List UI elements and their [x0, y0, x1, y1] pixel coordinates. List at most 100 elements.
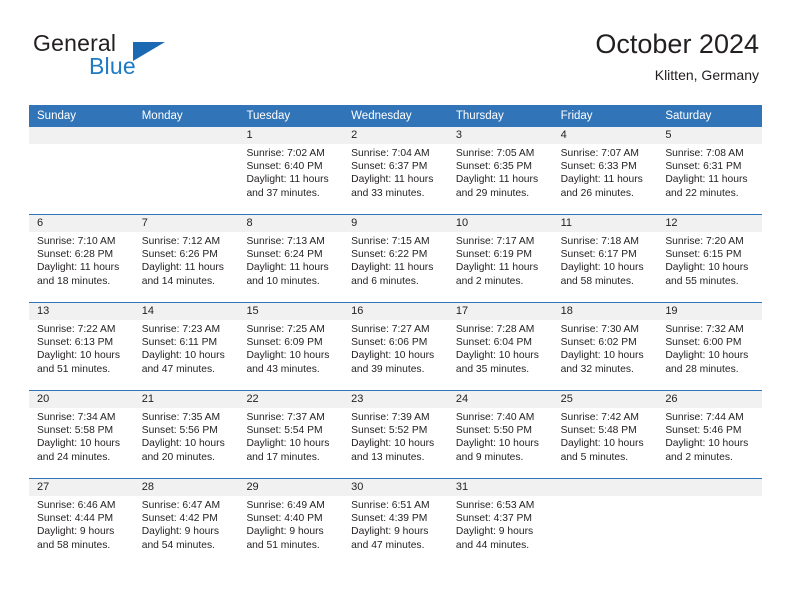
day-cell[interactable]: 22 Sunrise: 7:37 AM Sunset: 5:54 PM Dayligh… [238, 391, 344, 478]
day-cell[interactable]: 3 Sunrise: 7:05 AM Sunset: 6:35 PM Daylight… [447, 127, 553, 214]
day-details: Sunrise: 7:30 AM Sunset: 6:02 PM Daylight:… [553, 320, 658, 376]
day-detail-line: and 44 minutes. [455, 539, 530, 551]
day-details: Sunrise: 7:05 AM Sunset: 6:35 PM Daylight:… [448, 144, 553, 200]
day-cell[interactable]: 23 Sunrise: 7:39 AM Sunset: 5:52 PM Dayligh… [343, 391, 448, 478]
day-detail-line: Sunrise: 7:25 AM [246, 324, 325, 335]
day-number: 4 [552, 127, 658, 144]
day-cell[interactable]: 1 Sunrise: 7:02 AM Sunset: 6:40 PM Daylight… [238, 127, 344, 214]
day-detail-line: Sunset: 6:40 PM [246, 161, 323, 173]
day-cell-empty [29, 127, 134, 214]
day-detail-line: Daylight: 11 hours [665, 174, 748, 186]
day-detail-line: Daylight: 10 hours [665, 262, 749, 274]
day-detail-line: Sunset: 5:48 PM [560, 425, 637, 437]
day-cell[interactable]: 10 Sunrise: 7:17 AM Sunset: 6:19 PM Dayligh… [447, 215, 553, 302]
day-detail-line: Sunrise: 7:13 AM [246, 236, 325, 247]
day-detail-line: Daylight: 11 hours [455, 262, 539, 274]
day-details: Sunrise: 7:15 AM Sunset: 6:22 PM Daylight:… [343, 232, 448, 288]
day-detail-line: Sunset: 6:19 PM [455, 249, 533, 261]
day-cell[interactable]: 28 Sunrise: 6:47 AM Sunset: 4:42 PM Dayligh… [133, 479, 239, 566]
day-cell[interactable]: 30 Sunrise: 6:51 AM Sunset: 4:39 PM Dayligh… [343, 479, 448, 566]
day-detail-line: and 26 minutes. [560, 187, 634, 199]
day-detail-line: Sunset: 5:50 PM [455, 425, 533, 437]
day-detail-line: Sunset: 6:31 PM [665, 161, 742, 173]
day-cell[interactable]: 9 Sunrise: 7:15 AM Sunset: 6:22 PM Daylight… [343, 215, 448, 302]
day-detail-line: and 58 minutes. [560, 275, 634, 287]
day-number: 23 [343, 391, 448, 408]
day-cell[interactable]: 16 Sunrise: 7:27 AM Sunset: 6:06 PM Dayligh… [343, 303, 448, 390]
day-detail-line: Daylight: 9 hours [141, 526, 219, 538]
day-detail-line: and 43 minutes. [246, 363, 320, 375]
day-details: Sunrise: 7:42 AM Sunset: 5:48 PM Daylight:… [553, 408, 658, 464]
day-cell-empty [657, 479, 763, 566]
day-number [552, 479, 658, 496]
day-number: 26 [657, 391, 763, 408]
day-number: 20 [29, 391, 134, 408]
day-cell[interactable]: 4 Sunrise: 7:07 AM Sunset: 6:33 PM Daylight… [552, 127, 658, 214]
logo-text-blue: Blue [89, 53, 136, 79]
calendar-grid: Sunday Monday Tuesday Wednesday Thursday Frid… [29, 105, 763, 566]
day-cell[interactable]: 27 Sunrise: 6:46 AM Sunset: 4:44 PM Dayligh… [29, 479, 134, 566]
day-detail-line: Sunrise: 6:46 AM [37, 500, 116, 511]
day-details: Sunrise: 7:13 AM Sunset: 6:24 PM Daylight:… [238, 232, 343, 288]
day-details: Sunrise: 7:44 AM Sunset: 5:46 PM Daylight:… [657, 408, 762, 464]
day-cell[interactable]: 24 Sunrise: 7:40 AM Sunset: 5:50 PM Dayligh… [447, 391, 553, 478]
day-detail-line: Sunrise: 7:28 AM [455, 324, 535, 335]
day-cell[interactable]: 17 Sunrise: 7:28 AM Sunset: 6:04 PM Dayligh… [447, 303, 553, 390]
day-number: 7 [133, 215, 239, 232]
day-cell[interactable]: 18 Sunrise: 7:30 AM Sunset: 6:02 PM Dayligh… [552, 303, 658, 390]
calendar-weeks: 1 Sunrise: 7:02 AM Sunset: 6:40 PM Daylight… [29, 127, 763, 566]
day-cell[interactable]: 13 Sunrise: 7:22 AM Sunset: 6:13 PM Dayligh… [29, 303, 134, 390]
day-number [133, 127, 239, 144]
day-cell[interactable]: 15 Sunrise: 7:25 AM Sunset: 6:09 PM Dayligh… [238, 303, 344, 390]
day-detail-line: and 35 minutes. [455, 363, 530, 375]
day-cell[interactable]: 19 Sunrise: 7:32 AM Sunset: 6:00 PM Dayligh… [657, 303, 763, 390]
day-details: Sunrise: 7:28 AM Sunset: 6:04 PM Daylight:… [448, 320, 553, 376]
day-detail-line: Sunrise: 7:34 AM [37, 412, 116, 423]
day-detail-line: and 20 minutes. [141, 451, 215, 463]
day-cell[interactable]: 5 Sunrise: 7:08 AM Sunset: 6:31 PM Daylight… [657, 127, 763, 214]
day-cell[interactable]: 2 Sunrise: 7:04 AM Sunset: 6:37 PM Daylight… [343, 127, 448, 214]
calendar-week-row: 20 Sunrise: 7:34 AM Sunset: 5:58 PM Dayligh… [29, 390, 763, 478]
day-detail-line: and 29 minutes. [455, 187, 530, 199]
day-cell[interactable]: 7 Sunrise: 7:12 AM Sunset: 6:26 PM Daylight… [133, 215, 239, 302]
day-details [553, 496, 658, 499]
day-cell[interactable]: 11 Sunrise: 7:18 AM Sunset: 6:17 PM Dayligh… [552, 215, 658, 302]
day-cell[interactable]: 6 Sunrise: 7:10 AM Sunset: 6:28 PM Daylight… [29, 215, 134, 302]
day-detail-line: Sunrise: 7:08 AM [665, 148, 744, 159]
day-detail-line: and 2 minutes. [665, 451, 733, 463]
weekday-header-saturday: Saturday [665, 110, 712, 122]
day-detail-line: Daylight: 10 hours [141, 438, 225, 450]
day-detail-line: Daylight: 10 hours [665, 350, 749, 362]
day-detail-line: Sunrise: 7:32 AM [665, 324, 744, 335]
day-detail-line: Sunset: 4:39 PM [351, 513, 428, 525]
day-detail-line: Daylight: 11 hours [246, 262, 329, 274]
day-cell[interactable]: 25 Sunrise: 7:42 AM Sunset: 5:48 PM Dayligh… [552, 391, 658, 478]
day-detail-line: Sunset: 5:58 PM [37, 425, 114, 437]
day-details: Sunrise: 7:07 AM Sunset: 6:33 PM Daylight:… [553, 144, 658, 200]
day-detail-line: Sunset: 6:28 PM [37, 249, 114, 261]
day-cell[interactable]: 26 Sunrise: 7:44 AM Sunset: 5:46 PM Dayligh… [657, 391, 763, 478]
day-number: 25 [552, 391, 658, 408]
day-cell[interactable]: 31 Sunrise: 6:53 AM Sunset: 4:37 PM Dayligh… [447, 479, 553, 566]
day-number: 30 [343, 479, 448, 496]
day-details: Sunrise: 6:51 AM Sunset: 4:39 PM Daylight:… [343, 496, 448, 552]
day-cell[interactable]: 12 Sunrise: 7:20 AM Sunset: 6:15 PM Dayligh… [657, 215, 763, 302]
weekday-header-tuesday: Tuesday [246, 110, 291, 122]
day-detail-line: Sunrise: 7:39 AM [351, 412, 430, 423]
day-number [657, 479, 763, 496]
day-details: Sunrise: 6:46 AM Sunset: 4:44 PM Daylight:… [29, 496, 134, 552]
generalblue-logo[interactable]: General Blue [33, 28, 293, 88]
day-cell[interactable]: 14 Sunrise: 7:23 AM Sunset: 6:11 PM Dayligh… [133, 303, 239, 390]
day-detail-line: and 33 minutes. [351, 187, 425, 199]
day-number: 11 [552, 215, 658, 232]
day-cell[interactable]: 29 Sunrise: 6:49 AM Sunset: 4:40 PM Dayligh… [238, 479, 344, 566]
day-detail-line: Daylight: 11 hours [560, 174, 643, 186]
day-details: Sunrise: 7:32 AM Sunset: 6:00 PM Daylight:… [657, 320, 762, 376]
day-cell[interactable]: 21 Sunrise: 7:35 AM Sunset: 5:56 PM Dayligh… [133, 391, 239, 478]
day-detail-line: Daylight: 11 hours [37, 262, 120, 274]
day-detail-line: Sunrise: 7:07 AM [560, 148, 640, 159]
day-cell[interactable]: 8 Sunrise: 7:13 AM Sunset: 6:24 PM Daylight… [238, 215, 344, 302]
day-cell[interactable]: 20 Sunrise: 7:34 AM Sunset: 5:58 PM Dayligh… [29, 391, 134, 478]
day-details: Sunrise: 7:17 AM Sunset: 6:19 PM Daylight:… [448, 232, 553, 288]
day-detail-line: and 24 minutes. [37, 451, 111, 463]
